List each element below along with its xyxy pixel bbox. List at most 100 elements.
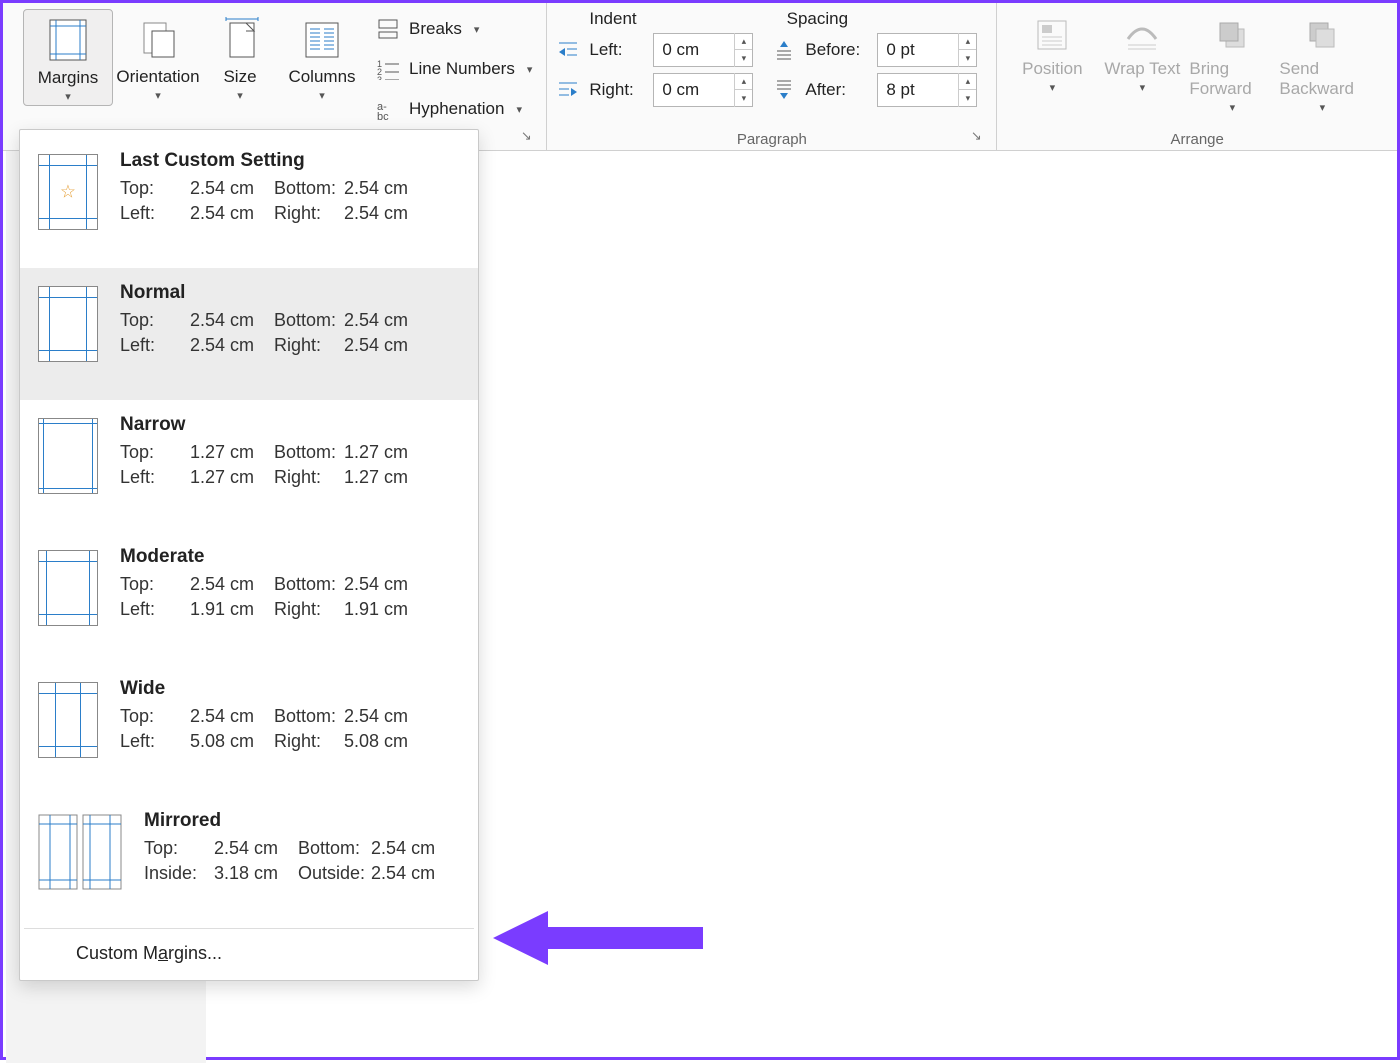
option-values: Top:2.54 cmBottom:2.54 cm Left:1.91 cmRi… — [120, 572, 428, 622]
group-paragraph: Indent Spacing Left: 0 cm ▴▾ Rig — [547, 3, 997, 150]
indent-header: Indent — [589, 9, 636, 29]
size-icon — [216, 15, 264, 63]
hyphenation-icon: a-bc — [377, 98, 399, 120]
group-page-setup: Margins ▾ Orientation ▾ Size ▾ — [13, 3, 547, 150]
spin-up-icon[interactable]: ▴ — [734, 73, 752, 90]
breaks-button[interactable]: Breaks ▾ — [373, 13, 536, 45]
chevron-down-icon: ▾ — [474, 23, 480, 36]
group-label-arrange: Arrange — [1007, 125, 1387, 148]
chevron-down-icon: ▾ — [1320, 101, 1326, 114]
spacing-before-input[interactable]: 0 pt ▴▾ — [877, 33, 977, 67]
margins-option-narrow[interactable]: Narrow Top:1.27 cmBottom:1.27 cm Left:1.… — [20, 400, 478, 532]
margins-option-mirrored[interactable]: Mirrored Top:2.54 cmBottom:2.54 cm Insid… — [20, 796, 478, 928]
spin-down-icon[interactable]: ▾ — [734, 90, 752, 107]
columns-icon — [298, 15, 346, 63]
spacing-after-input[interactable]: 8 pt ▴▾ — [877, 73, 977, 107]
spin-up-icon[interactable]: ▴ — [958, 33, 976, 50]
chevron-down-icon: ▾ — [527, 63, 533, 76]
margin-preview-icon: ☆ — [38, 154, 98, 230]
option-title: Wide — [120, 678, 464, 700]
send-backward-icon — [1302, 15, 1342, 55]
option-title: Narrow — [120, 414, 464, 436]
chevron-down-icon: ▾ — [319, 89, 325, 102]
wrap-text-button: Wrap Text ▾ — [1097, 9, 1187, 96]
indent-left-icon — [557, 39, 579, 61]
group-arrange: Position ▾ Wrap Text ▾ Bring Forward ▾ S… — [997, 3, 1397, 150]
spacing-before-label: Before: — [805, 40, 867, 60]
spin-down-icon[interactable]: ▾ — [734, 50, 752, 67]
svg-text:bc: bc — [377, 111, 389, 120]
chevron-down-icon: ▾ — [516, 103, 522, 116]
position-icon — [1032, 15, 1072, 55]
page-setup-launcher[interactable]: ↘ — [518, 128, 534, 144]
margins-option-last-custom[interactable]: ☆ Last Custom Setting Top:2.54 cmBottom:… — [20, 136, 478, 268]
wrap-text-label: Wrap Text — [1104, 59, 1180, 79]
spacing-after-icon — [773, 79, 795, 101]
breaks-icon — [377, 18, 399, 40]
position-label: Position — [1022, 59, 1082, 79]
annotation-arrow-icon — [493, 903, 713, 977]
star-icon: ☆ — [60, 182, 76, 203]
chevron-down-icon: ▾ — [155, 89, 161, 102]
spacing-before-icon — [773, 39, 795, 61]
orientation-label: Orientation — [116, 67, 199, 87]
custom-margins-button[interactable]: Custom Margins... — [20, 929, 478, 980]
chevron-down-icon: ▾ — [65, 90, 71, 103]
margin-preview-icon — [38, 286, 98, 362]
option-title: Normal — [120, 282, 464, 304]
chevron-down-icon: ▾ — [1050, 81, 1056, 94]
spin-up-icon[interactable]: ▴ — [734, 33, 752, 50]
margin-preview-icon — [38, 418, 98, 494]
line-numbers-icon: 123 — [377, 58, 399, 80]
indent-left-input[interactable]: 0 cm ▴▾ — [653, 33, 753, 67]
indent-right-input[interactable]: 0 cm ▴▾ — [653, 73, 753, 107]
spacing-after-label: After: — [805, 80, 867, 100]
spacing-after-value: 8 pt — [878, 80, 958, 100]
paragraph-launcher[interactable]: ↘ — [968, 128, 984, 144]
margins-option-normal[interactable]: Normal Top:2.54 cmBottom:2.54 cm Left:2.… — [20, 268, 478, 400]
option-values: Top:2.54 cmBottom:2.54 cm Left:2.54 cmRi… — [120, 176, 428, 226]
option-title: Last Custom Setting — [120, 150, 464, 172]
spin-down-icon[interactable]: ▾ — [958, 50, 976, 67]
spacing-before-value: 0 pt — [878, 40, 958, 60]
size-label: Size — [223, 67, 256, 87]
position-button: Position ▾ — [1007, 9, 1097, 96]
margin-preview-icon — [38, 550, 98, 626]
columns-label: Columns — [288, 67, 355, 87]
spacing-header: Spacing — [787, 9, 848, 29]
option-values: Top:2.54 cmBottom:2.54 cm Inside:3.18 cm… — [144, 836, 455, 886]
custom-margins-label: Custom Margins... — [76, 943, 222, 963]
bring-forward-button: Bring Forward ▾ — [1187, 9, 1277, 116]
indent-right-icon — [557, 79, 579, 101]
columns-button[interactable]: Columns ▾ — [277, 9, 367, 104]
group-label-paragraph: Paragraph ↘ — [557, 125, 986, 148]
send-backward-button: Send Backward ▾ — [1277, 9, 1367, 116]
send-backward-label: Send Backward — [1279, 59, 1365, 99]
spin-down-icon[interactable]: ▾ — [958, 90, 976, 107]
size-button[interactable]: Size ▾ — [203, 9, 277, 104]
margins-option-wide[interactable]: Wide Top:2.54 cmBottom:2.54 cm Left:5.08… — [20, 664, 478, 796]
spin-up-icon[interactable]: ▴ — [958, 73, 976, 90]
breaks-label: Breaks — [409, 19, 462, 39]
indent-right-value: 0 cm — [654, 80, 734, 100]
chevron-down-icon: ▾ — [1140, 81, 1146, 94]
option-values: Top:2.54 cmBottom:2.54 cm Left:5.08 cmRi… — [120, 704, 428, 754]
chevron-down-icon: ▾ — [237, 89, 243, 102]
indent-left-label: Left: — [589, 40, 643, 60]
indent-left-value: 0 cm — [654, 40, 734, 60]
chevron-down-icon: ▾ — [1230, 101, 1236, 114]
line-numbers-label: Line Numbers — [409, 59, 515, 79]
hyphenation-button[interactable]: a-bc Hyphenation ▾ — [373, 93, 536, 125]
margins-label: Margins — [38, 68, 98, 88]
bring-forward-label: Bring Forward — [1189, 59, 1275, 99]
line-numbers-button[interactable]: 123 Line Numbers ▾ — [373, 53, 536, 85]
hyphenation-label: Hyphenation — [409, 99, 504, 119]
margin-preview-icon — [38, 814, 122, 890]
margins-menu: ☆ Last Custom Setting Top:2.54 cmBottom:… — [19, 129, 479, 981]
orientation-button[interactable]: Orientation ▾ — [113, 9, 203, 104]
indent-right-label: Right: — [589, 80, 643, 100]
bring-forward-icon — [1212, 15, 1252, 55]
option-title: Mirrored — [144, 810, 464, 832]
margins-button[interactable]: Margins ▾ — [23, 9, 113, 106]
margins-option-moderate[interactable]: Moderate Top:2.54 cmBottom:2.54 cm Left:… — [20, 532, 478, 664]
